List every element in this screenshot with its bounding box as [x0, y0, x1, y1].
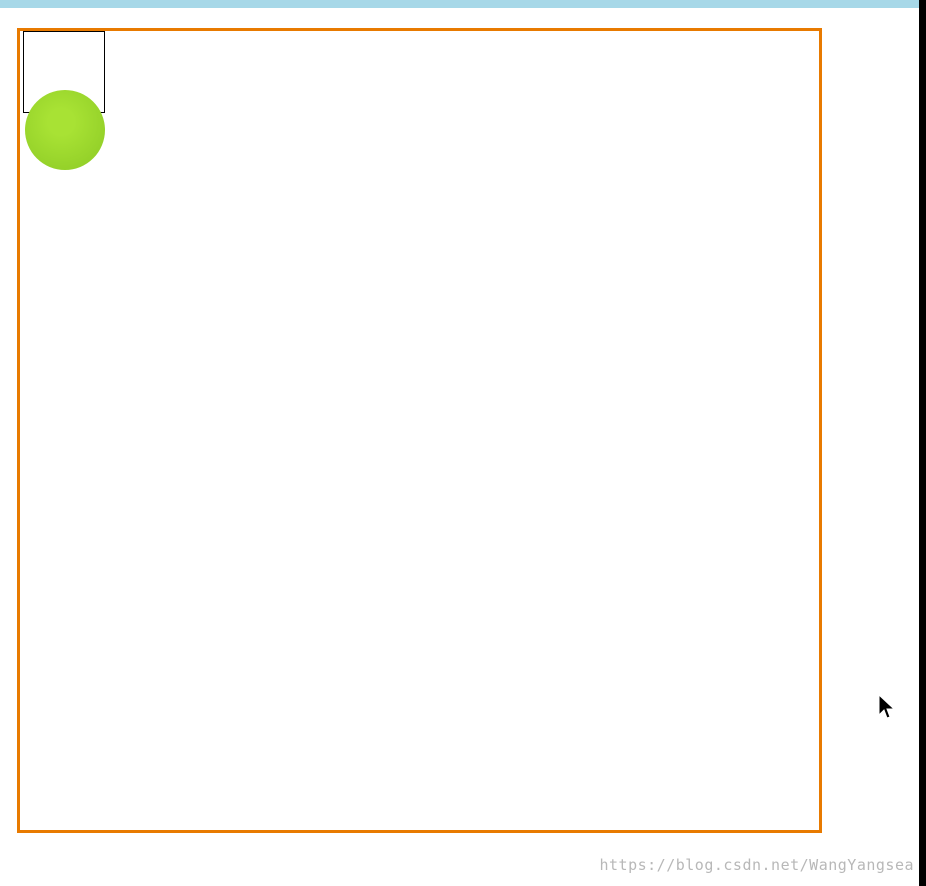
window-title-bar — [0, 0, 919, 8]
canvas-container[interactable] — [17, 28, 822, 833]
watermark-text: https://blog.csdn.net/WangYangsea — [599, 856, 914, 874]
window-right-edge — [919, 0, 926, 886]
ball-shape[interactable] — [25, 90, 105, 170]
cursor-icon — [877, 693, 897, 721]
